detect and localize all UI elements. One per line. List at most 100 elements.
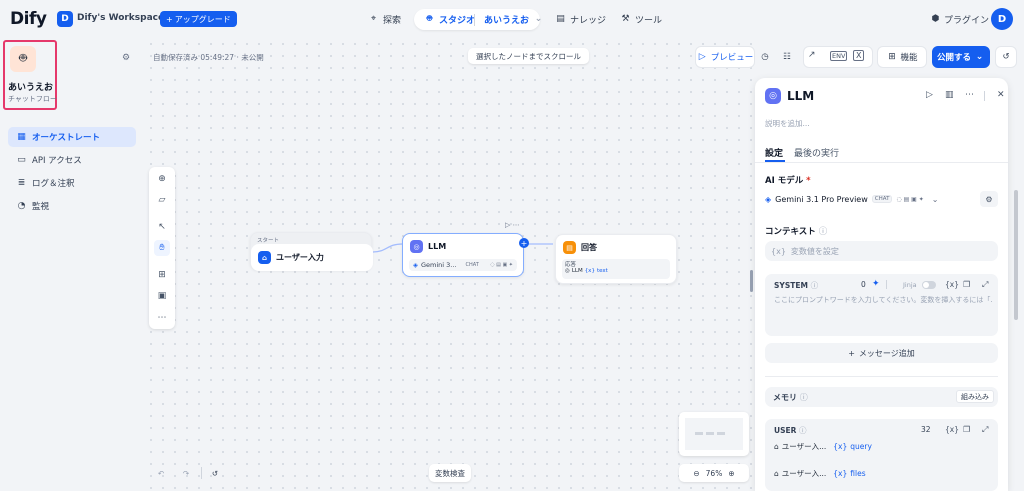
answer-node[interactable]: ▤ 回答 応答 ◎ LLM {x} text (555, 234, 677, 284)
zoom-out-icon[interactable]: ⊖ (693, 469, 699, 478)
settings-sliders-icon[interactable]: ⚙ (122, 53, 130, 63)
checklist-icon: ☷ (783, 52, 791, 62)
publish-button[interactable]: 公開する ⌄ (932, 46, 990, 68)
sidebar-item-label: オーケストレート (32, 133, 101, 143)
nav-app-switcher[interactable]: あいうえお ⌄ (478, 10, 550, 29)
zoom-in-icon[interactable]: ⊕ (728, 469, 734, 478)
context-input[interactable]: {x} 変数値を設定 (765, 241, 998, 261)
model-mode: CHAT (871, 195, 893, 203)
features-button[interactable]: ⊞ 機能 (877, 46, 927, 68)
system-label: SYSTEM (774, 281, 808, 290)
user-var-files[interactable]: ⌂ ユーザー入... {x} files (774, 468, 866, 479)
answer-var-node: LLM (571, 268, 583, 274)
monitor-icon: ◔ (17, 200, 26, 211)
answer-var-name: text (596, 268, 608, 274)
ai-model-label-text: AI モデル (765, 176, 804, 186)
sidebar-item-monitor[interactable]: ◔ 監視 (8, 196, 136, 216)
compass-icon: ⌖ (370, 14, 377, 24)
llm-node-actions[interactable]: ▷ ⋯ (505, 221, 520, 229)
app-name: あいうえお (8, 83, 54, 93)
dify-logo[interactable]: Dify (10, 9, 47, 29)
start-node[interactable]: スタート ⌂ ユーザー入力 (250, 232, 373, 271)
more-icon[interactable]: ⋯ (965, 90, 974, 100)
tab-last-run[interactable]: 最後の実行 (794, 146, 839, 159)
version-history-button[interactable]: ↺ (995, 46, 1017, 68)
add-message-button[interactable]: + メッセージ追加 (765, 343, 998, 363)
panel-scrollbar[interactable] (1014, 190, 1018, 320)
llm-model-pill: ◈ Gemini 3... CHAT ◌ ▤ ▣ ✦ (409, 259, 517, 271)
model-params-icon[interactable]: ⚙ (980, 191, 998, 207)
model-features-icon: ◌ ▤ ▣ ✦ (490, 262, 513, 268)
user-var-query[interactable]: ⌂ ユーザー入... {x} query (774, 441, 872, 452)
change-history-icon[interactable]: ↺ (204, 464, 226, 482)
nav-tools[interactable]: ⚒ ツール (614, 10, 668, 29)
plugins-button[interactable]: ⬢ プラグイン (930, 13, 990, 27)
workspace-badge[interactable]: D (57, 11, 73, 27)
sidebar-item-orchestrate[interactable]: ▦ オーケストレート (8, 127, 136, 147)
memory-label: メモリ (773, 393, 797, 402)
plugins-label: プラグイン (944, 16, 990, 26)
expand-icon[interactable]: ⤢ (982, 280, 988, 290)
minimap[interactable] (679, 412, 749, 456)
close-icon[interactable]: ✕ (997, 90, 1005, 100)
nav-studio-label: スタジオ (439, 16, 476, 26)
copy-icon[interactable]: ❐ (963, 280, 970, 289)
nav-explore[interactable]: ⌖ 探索 (362, 10, 407, 29)
add-next-node-icon[interactable]: + (519, 238, 529, 248)
memory-label-row: メモリ ⓘ (773, 392, 808, 403)
memory-builtin-badge[interactable]: 組み込み (956, 390, 994, 403)
info-icon: ⓘ (799, 426, 807, 435)
insert-variable-icon[interactable]: {x} (945, 280, 959, 289)
required-mark: * (806, 176, 811, 186)
expand-icon[interactable]: ⤢ (982, 425, 988, 435)
sidebar-item-logs[interactable]: ≣ ログ＆注釈 (8, 173, 136, 193)
avatar[interactable]: D (991, 8, 1013, 30)
nav-studio[interactable]: 🤖︎ スタジオ (418, 10, 481, 29)
start-node-tag: スタート (257, 238, 280, 244)
env-icon[interactable]: ENV (830, 51, 848, 61)
variable-icon: {x} (771, 246, 786, 256)
ai-model-label: AI モデル * (765, 174, 811, 186)
description-input[interactable]: 説明を追加... (765, 118, 810, 129)
model-features-icon: ◌ ▤ ▣ ✦ (896, 195, 924, 203)
system-prompt-input[interactable]: ここにプロンプトワードを入力してください。変数を挿入するには「... (774, 295, 992, 305)
checklist-button[interactable]: ☷ (777, 46, 797, 68)
model-selector[interactable]: ◈ Gemini 3.1 Pro Preview CHAT ◌ ▤ ▣ ✦ ⌄ (765, 190, 975, 208)
upgrade-button[interactable]: + アップグレード (160, 11, 237, 27)
llm-node-title: LLM (428, 242, 447, 251)
llm-brain-icon: ◎ (765, 88, 781, 104)
robot-icon: 🤖︎ (426, 14, 433, 24)
header-divider (984, 91, 985, 101)
llm-node[interactable]: ◎ LLM ◈ Gemini 3... CHAT ◌ ▤ ▣ ✦ (402, 233, 524, 277)
minimap-node (717, 432, 725, 435)
user-var-files-name: files (850, 469, 866, 478)
user-var-node: ユーザー入... (781, 442, 827, 451)
insert-variable-icon[interactable]: {x} (945, 425, 959, 434)
zoom-level[interactable]: 76% (706, 469, 723, 478)
nav-knowledge[interactable]: ▤ ナレッジ (549, 10, 612, 29)
tab-settings[interactable]: 設定 (765, 146, 783, 159)
conversation-var-icon[interactable]: X (853, 50, 865, 61)
export-icon[interactable]: ↗ (808, 50, 816, 60)
chevron-down-icon[interactable]: ⌄ (145, 12, 152, 21)
variable-inspect-button[interactable]: 変数検査 (429, 464, 471, 482)
variable-icon: {x} (584, 268, 595, 274)
nav-app-name: あいうえお (484, 16, 530, 26)
history-check-button[interactable]: ◷ (755, 46, 775, 68)
redo-icon[interactable]: ↷ (174, 464, 198, 482)
zoom-controls: ⊖ 76% ⊕ (679, 464, 749, 482)
sidebar-item-api[interactable]: ▭ API アクセス (8, 150, 136, 170)
answer-sub-label: 応答 (565, 262, 577, 268)
run-step-icon[interactable]: ▷ (926, 90, 933, 100)
help-book-icon[interactable]: ▥ (945, 90, 954, 100)
copy-icon[interactable]: ❐ (963, 425, 970, 434)
jinja-toggle[interactable] (922, 281, 936, 289)
nav-divider (474, 14, 475, 26)
minimap-node (706, 432, 714, 435)
ai-generate-icon[interactable]: ✦ (872, 279, 880, 289)
chevron-down-icon: ⌄ (931, 194, 939, 204)
panel-title[interactable]: LLM (787, 89, 814, 103)
panel-resize-handle[interactable] (750, 270, 753, 292)
undo-icon[interactable]: ↶ (149, 464, 173, 482)
start-node-title: ユーザー入力 (276, 253, 324, 262)
